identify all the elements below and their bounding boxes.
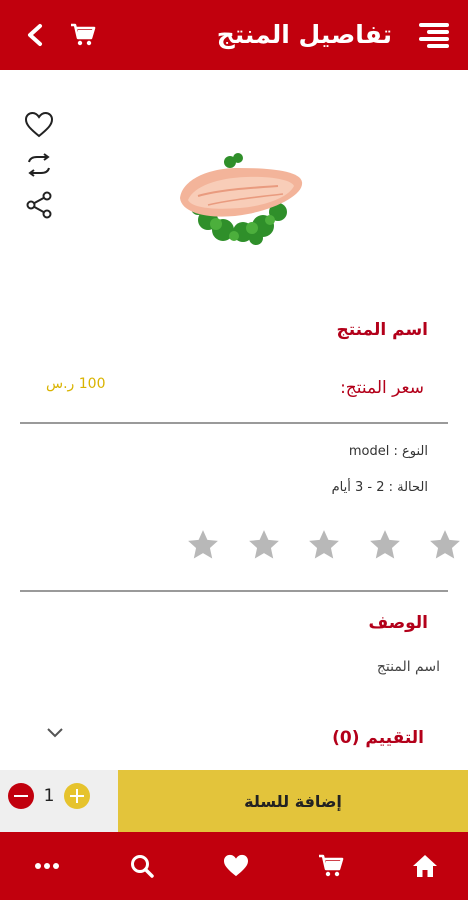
star-icon[interactable] [186, 528, 220, 562]
share-button[interactable] [20, 186, 58, 224]
nav-cart[interactable] [306, 841, 356, 891]
header-cart-button[interactable] [66, 20, 100, 50]
price-label: سعر المنتج: [340, 378, 424, 398]
compare-arrows-icon [28, 153, 50, 177]
add-to-cart-button[interactable]: إضافة للسلة [118, 770, 468, 832]
more-dots-icon [35, 863, 59, 869]
product-name: اسم المنتج [336, 320, 428, 340]
page-title: تفاصيل المنتج [216, 20, 392, 49]
star-icon[interactable] [307, 528, 341, 562]
divider [20, 590, 448, 592]
product-status: الحالة : 2 - 3 أيام [331, 480, 428, 495]
product-type: النوع : model [348, 444, 428, 459]
cart-icon [71, 23, 96, 46]
product-image [180, 153, 303, 245]
favorite-button[interactable] [20, 106, 58, 144]
chevron-left-icon [28, 24, 42, 46]
divider [20, 422, 448, 424]
app-header: تفاصيل المنتج [0, 0, 468, 70]
share-icon [26, 191, 52, 219]
star-icon[interactable] [247, 528, 281, 562]
heart-icon [224, 854, 248, 877]
increase-quantity-button[interactable] [64, 783, 90, 809]
star-icon[interactable] [428, 528, 462, 562]
compare-button[interactable] [20, 146, 58, 184]
rating-stars [186, 528, 462, 564]
search-icon [130, 855, 154, 878]
menu-button[interactable] [416, 20, 452, 50]
nav-home[interactable] [400, 841, 450, 891]
decrease-quantity-button[interactable] [8, 783, 34, 809]
product-actions [20, 106, 58, 224]
nav-more[interactable] [22, 841, 72, 891]
reviews-title[interactable]: التقييم (0) [332, 728, 424, 748]
chevron-down-icon [47, 728, 63, 738]
price-value: 100 ر.س [46, 376, 106, 392]
home-icon [413, 855, 437, 877]
back-button[interactable] [20, 20, 50, 50]
nav-search[interactable] [117, 841, 167, 891]
heart-outline-icon [25, 112, 53, 138]
quantity-stepper: 1 [0, 770, 118, 832]
menu-lines-icon [419, 23, 449, 48]
star-icon[interactable] [368, 528, 402, 562]
nav-favorites[interactable] [211, 841, 261, 891]
description-title: الوصف [368, 613, 428, 633]
bottom-nav [0, 832, 468, 900]
description-text: اسم المنتج [376, 659, 440, 675]
cart-icon [318, 854, 343, 877]
reviews-toggle[interactable] [42, 720, 68, 746]
quantity-value: 1 [43, 786, 55, 806]
